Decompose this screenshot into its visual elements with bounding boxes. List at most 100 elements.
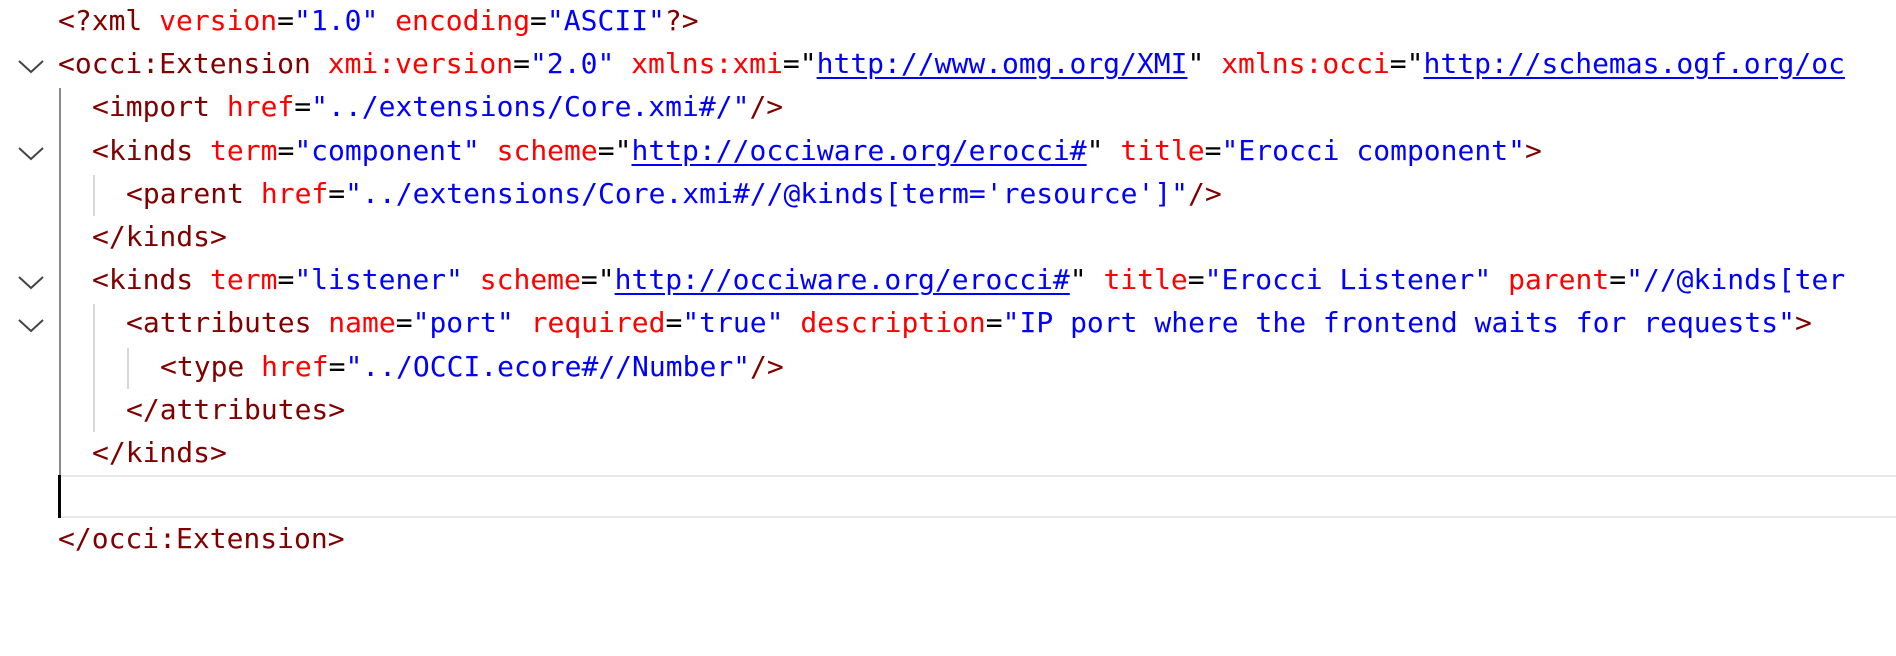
hyperlink[interactable]: http://occiware.org/erocci#	[615, 263, 1070, 296]
code-token: "Erocci component"	[1221, 133, 1525, 167]
code-token: "1.0"	[294, 4, 379, 37]
code-token: =	[294, 90, 312, 124]
code-token: =	[985, 306, 1003, 340]
hyperlink[interactable]: http://occiware.org/erocci#	[631, 134, 1086, 167]
code-token: <kinds	[92, 263, 211, 297]
code-token: =	[665, 306, 683, 340]
code-token: "2.0"	[530, 47, 615, 81]
code-line[interactable]: </attributes>	[0, 389, 1896, 432]
code-token: =	[277, 133, 295, 167]
code-text[interactable]: <occi:Extension xmi:version="2.0" xmlns:…	[58, 46, 1845, 82]
code-token: xmlns:occi	[1221, 47, 1390, 81]
code-token: "	[1086, 133, 1104, 167]
code-line[interactable]: <parent href="../extensions/Core.xmi#//@…	[0, 173, 1896, 216]
code-token: "Erocci Listener"	[1204, 263, 1492, 297]
hyperlink[interactable]: http://schemas.ogf.org/oc	[1424, 47, 1845, 80]
code-text[interactable]: <import href="../extensions/Core.xmi#/"/…	[92, 89, 783, 125]
code-token: =	[1389, 47, 1407, 81]
code-token: "//@kinds[ter	[1626, 263, 1846, 297]
code-line[interactable]: <kinds term="component" scheme="http://o…	[0, 130, 1896, 173]
code-token: version	[159, 4, 278, 37]
code-token: =	[597, 133, 615, 167]
code-token: <kinds	[92, 133, 211, 167]
code-token: term	[210, 263, 278, 297]
code-token: />	[750, 349, 784, 383]
code-token: =	[1609, 263, 1627, 297]
code-text[interactable]: </kinds>	[92, 435, 227, 471]
code-token: scheme	[479, 263, 581, 297]
code-line[interactable]: </occi:Extension>	[0, 518, 1896, 561]
code-line[interactable]: <attributes name="port" required="true" …	[0, 302, 1896, 345]
code-token: "	[1069, 263, 1087, 297]
code-token: href	[226, 90, 295, 124]
current-line-highlight	[58, 475, 1896, 519]
code-token: term	[210, 133, 278, 167]
code-token: xmlns:xmi	[631, 47, 783, 81]
code-token: </kinds>	[92, 220, 227, 253]
code-text[interactable]: <attributes name="port" required="true" …	[126, 305, 1812, 341]
code-token: =	[277, 263, 295, 297]
code-line[interactable]: <kinds term="listener" scheme="http://oc…	[0, 259, 1896, 302]
hyperlink[interactable]: http://www.omg.org/XMI	[817, 47, 1188, 80]
code-token: "	[1406, 47, 1424, 81]
code-token: "../extensions/Core.xmi#/"	[311, 90, 750, 124]
code-text[interactable]: </kinds>	[92, 219, 227, 255]
code-line[interactable]: <occi:Extension xmi:version="2.0" xmlns:…	[0, 43, 1896, 86]
code-token: <import	[92, 90, 227, 124]
code-token: =	[395, 306, 413, 340]
code-token: href	[260, 176, 329, 210]
code-text[interactable]: <kinds term="listener" scheme="http://oc…	[92, 262, 1845, 298]
code-token: xmi:version	[327, 47, 514, 81]
code-token: </occi:Extension>	[58, 522, 345, 556]
fold-chevron-down-icon[interactable]	[14, 265, 48, 299]
code-token: required	[530, 306, 666, 340]
fold-chevron-down-icon[interactable]	[14, 308, 48, 342]
code-token: scheme	[496, 133, 598, 167]
code-token: encoding	[395, 4, 531, 37]
fold-chevron-down-icon[interactable]	[14, 136, 48, 170]
code-token: "	[597, 263, 615, 297]
code-token: "../OCCI.ecore#//Number"	[345, 349, 751, 383]
code-text[interactable]: <kinds term="component" scheme="http://o…	[92, 133, 1542, 169]
code-token: href	[261, 349, 329, 383]
code-line[interactable]: <type href="../OCCI.ecore#//Number"/>	[0, 346, 1896, 389]
code-token: "port"	[412, 306, 514, 340]
code-line[interactable]: </kinds>	[0, 216, 1896, 259]
code-token: </kinds>	[92, 436, 227, 469]
code-token: >	[1794, 306, 1812, 340]
code-text[interactable]: </attributes>	[126, 392, 345, 428]
code-line[interactable]	[0, 475, 1896, 519]
code-text[interactable]: <?xml version="1.0" encoding="ASCII"?>	[58, 3, 699, 39]
code-text[interactable]: <parent href="../extensions/Core.xmi#//@…	[126, 176, 1222, 212]
code-token: />	[749, 90, 784, 124]
code-line[interactable]: </kinds>	[0, 432, 1896, 475]
code-token: "IP port where the frontend waits for re…	[1002, 306, 1795, 340]
code-token: =	[277, 4, 295, 37]
code-editor[interactable]: <?xml version="1.0" encoding="ASCII"?> <o…	[0, 0, 1896, 656]
code-token: "../extensions/Core.xmi#//@kinds[term='r…	[345, 176, 1189, 210]
code-token: =	[580, 263, 598, 297]
code-token: <?xml	[58, 4, 160, 37]
code-line[interactable]: <?xml version="1.0" encoding="ASCII"?>	[0, 0, 1896, 43]
code-token: parent	[1508, 263, 1610, 297]
code-token: =	[513, 47, 531, 81]
code-token: "	[1187, 47, 1205, 81]
code-token: <attributes	[126, 306, 329, 340]
code-token: "component"	[294, 133, 480, 167]
code-text[interactable]: </occi:Extension>	[58, 521, 345, 557]
code-token: =	[328, 176, 346, 210]
code-line[interactable]: <import href="../extensions/Core.xmi#/"/…	[0, 86, 1896, 129]
code-token: "	[799, 47, 817, 81]
fold-chevron-down-icon[interactable]	[14, 49, 48, 83]
code-token: =	[782, 47, 800, 81]
code-token: <parent	[126, 176, 261, 210]
code-token: =	[530, 4, 547, 37]
code-token: </attributes>	[126, 392, 346, 426]
code-text[interactable]: <type href="../OCCI.ecore#//Number"/>	[160, 349, 784, 385]
code-token: "listener"	[294, 263, 463, 297]
